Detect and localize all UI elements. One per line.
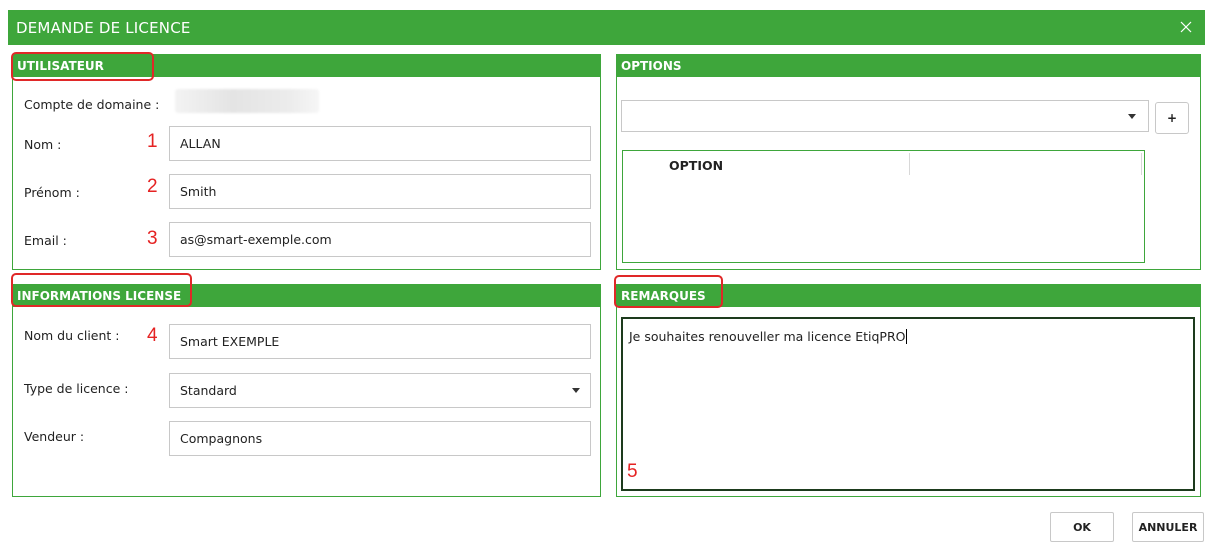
license-panel: INFORMATIONS LICENSE Nom du client : 4 S…: [12, 284, 601, 497]
grid-column-separator: [1141, 153, 1142, 175]
email-label: Email :: [24, 233, 67, 248]
annotation-number-2: 2: [147, 176, 158, 197]
remarques-highlight-box: [614, 275, 723, 308]
utilisateur-highlight-box: [11, 52, 154, 81]
window-titlebar: DEMANDE DE LICENCE: [8, 10, 1205, 45]
options-panel-header: OPTIONS: [617, 55, 1200, 77]
annotation-number-5: 5: [627, 461, 638, 482]
cancel-button[interactable]: ANNULER: [1132, 512, 1204, 542]
annotation-number-1: 1: [147, 131, 158, 152]
license-type-value: Standard: [180, 383, 237, 398]
email-input[interactable]: as@smart-exemple.com: [169, 222, 591, 257]
license-type-select[interactable]: Standard: [169, 373, 591, 408]
text-cursor: [905, 329, 907, 344]
prenom-label: Prénom :: [24, 185, 80, 200]
license-highlight-box: [11, 273, 192, 307]
user-panel: UTILISATEUR Compte de domaine : Nom : 1 …: [12, 54, 601, 270]
domain-account-label: Compte de domaine :: [24, 97, 160, 112]
remarks-textarea[interactable]: Je souhaites renouveller ma licence Etiq…: [621, 317, 1195, 491]
chevron-down-icon: [572, 388, 580, 393]
vendeur-label: Vendeur :: [24, 429, 85, 444]
nom-input[interactable]: ALLAN: [169, 126, 591, 161]
options-grid[interactable]: OPTION: [622, 150, 1145, 263]
options-select[interactable]: [621, 100, 1149, 132]
prenom-input[interactable]: Smith: [169, 174, 591, 209]
window-title: DEMANDE DE LICENCE: [16, 19, 191, 37]
annotation-number-4: 4: [147, 325, 158, 346]
vendeur-input[interactable]: Compagnons: [169, 421, 591, 456]
client-name-label: Nom du client :: [24, 328, 120, 343]
options-grid-column-header: OPTION: [669, 158, 724, 173]
add-option-button[interactable]: +: [1155, 102, 1189, 134]
chevron-down-icon: [1128, 114, 1136, 119]
license-type-label: Type de licence :: [24, 381, 129, 396]
options-panel: OPTIONS + OPTION: [616, 54, 1201, 270]
close-icon[interactable]: [1177, 18, 1195, 36]
nom-label: Nom :: [24, 137, 62, 152]
grid-column-separator: [909, 153, 910, 175]
remarks-panel: REMARQUES Je souhaites renouveller ma li…: [616, 284, 1201, 497]
ok-button[interactable]: OK: [1050, 512, 1114, 542]
remarks-text: Je souhaites renouveller ma licence Etiq…: [629, 329, 906, 344]
client-name-input[interactable]: Smart EXEMPLE: [169, 324, 591, 359]
annotation-number-3: 3: [147, 228, 158, 249]
domain-account-value-redacted: [175, 89, 319, 113]
